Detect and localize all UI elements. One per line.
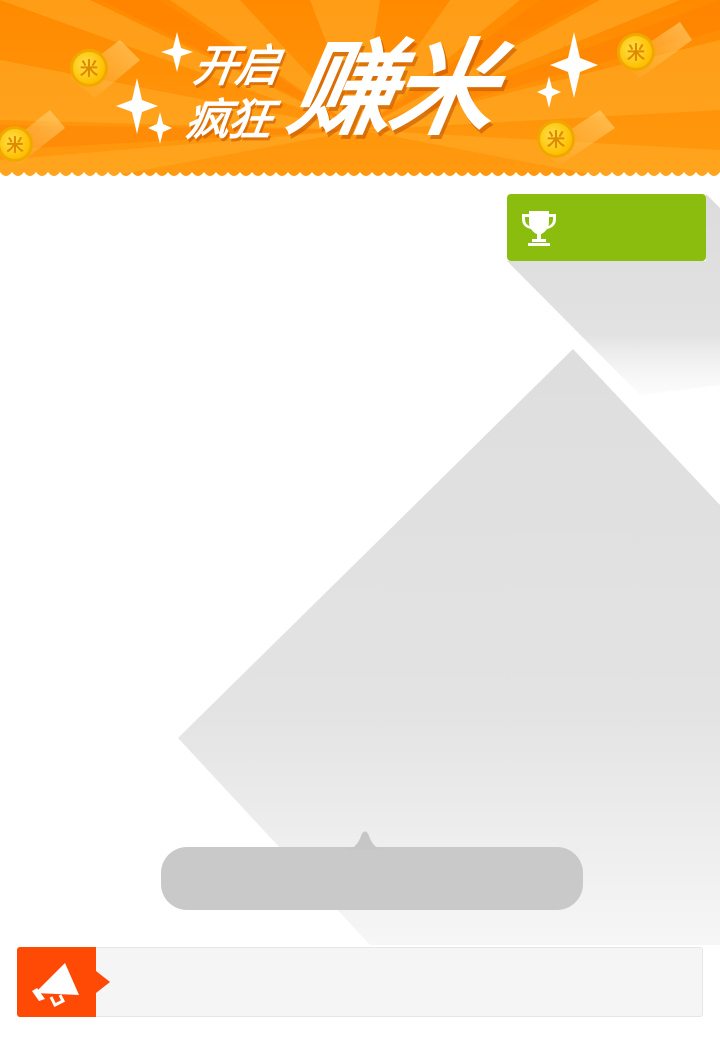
ranking-button[interactable] [507,194,706,261]
banner-title-line1: 开启 [190,41,282,92]
header-banner: 米 米 米 米 开启 疯狂 赚米 [0,0,720,180]
notice-icon-box [17,947,96,1017]
banner-title: 开启 疯狂 赚米 [0,0,720,180]
megaphone-icon [32,963,79,1007]
notice-bar[interactable] [17,947,703,1017]
banner-title-main: 赚米 [281,28,503,150]
speech-bubble-text [161,847,583,910]
trophy-icon [522,211,556,246]
banner-title-line2: 疯狂 [182,95,274,146]
page: 米 米 米 米 开启 疯狂 赚米 [0,0,720,1043]
notice-arrow [96,971,110,993]
speech-bubble [161,847,583,910]
